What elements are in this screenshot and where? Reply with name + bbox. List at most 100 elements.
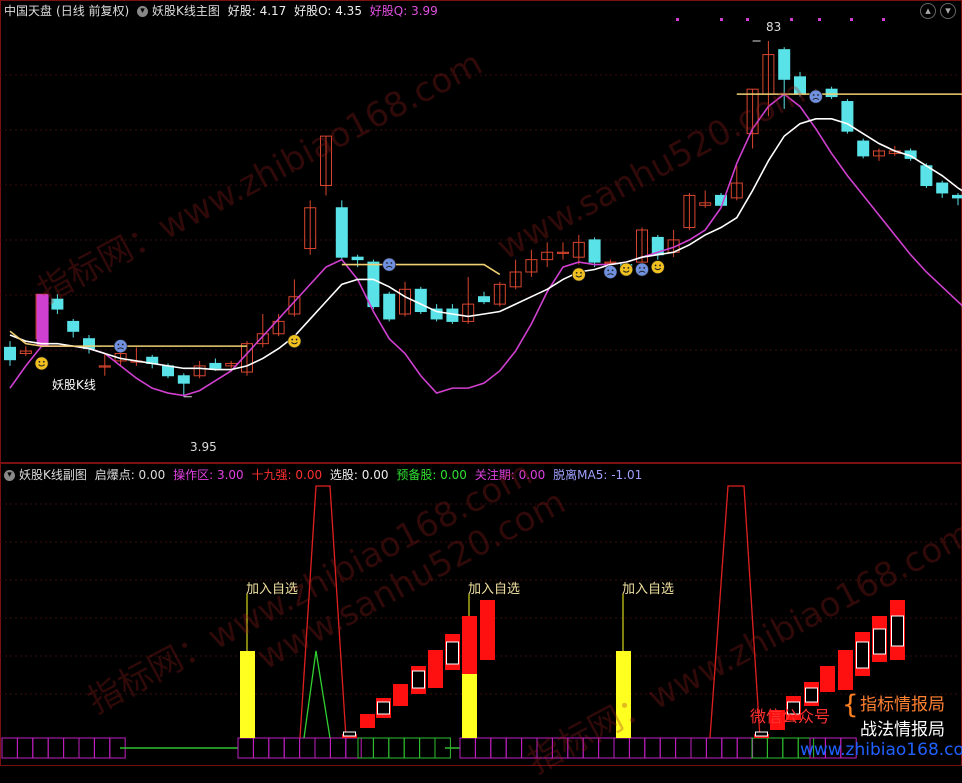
face-eye <box>43 361 45 363</box>
candle-down <box>937 183 948 193</box>
state-box <box>33 738 48 758</box>
state-box <box>269 738 284 758</box>
state-box <box>737 738 752 758</box>
state-box <box>358 738 373 758</box>
state-box <box>48 738 63 758</box>
red-step-inner <box>378 702 390 714</box>
state-box <box>64 738 79 758</box>
face-eye <box>817 94 819 96</box>
state-box <box>660 738 675 758</box>
candle-down <box>368 262 379 306</box>
smile-face-icon <box>651 261 664 274</box>
add-watch-label-2: 加入自选 <box>468 578 520 597</box>
state-box <box>460 738 475 758</box>
state-box <box>475 738 490 758</box>
state-box <box>373 738 388 758</box>
state-box <box>253 738 268 758</box>
add-watch-label-1: 加入自选 <box>246 578 298 597</box>
candle-down <box>178 376 189 383</box>
top-marker <box>746 18 749 21</box>
face-eye <box>122 344 124 346</box>
state-box <box>767 738 782 758</box>
red-step-inner <box>344 732 356 736</box>
face-eye <box>576 272 578 274</box>
smile-face-icon <box>288 335 301 348</box>
face-eye <box>118 344 120 346</box>
top-marker <box>818 18 821 21</box>
candle-down <box>953 195 962 197</box>
candle-down <box>210 363 221 368</box>
face-eye <box>628 267 630 269</box>
face-eye <box>296 339 298 341</box>
state-box <box>691 738 706 758</box>
pulse-red <box>710 486 760 738</box>
face-eye <box>386 262 388 264</box>
state-box <box>645 738 660 758</box>
red-step-block <box>480 600 495 660</box>
add-watch-label-3: 加入自选 <box>622 578 674 597</box>
face-eye <box>580 272 582 274</box>
candle-down <box>5 347 16 359</box>
wechat-label: 微信公众号 <box>750 703 830 727</box>
yellow-signal-bar <box>462 671 477 738</box>
red-step-block <box>462 616 477 674</box>
candle-down <box>826 89 837 96</box>
state-box <box>722 738 737 758</box>
brand-line-2: 战法情报局 <box>860 715 945 740</box>
red-step-inner <box>756 732 768 736</box>
state-box <box>629 738 644 758</box>
face-eye <box>39 361 41 363</box>
brand-line-1: 指标情报局 <box>860 690 945 715</box>
state-box <box>79 738 94 758</box>
red-step-block <box>393 684 408 706</box>
top-marker <box>676 18 679 21</box>
sad-face-icon <box>604 266 617 279</box>
face-eye <box>391 262 393 264</box>
state-box <box>706 738 721 758</box>
yellow-signal-bar <box>240 651 255 738</box>
state-box <box>676 738 691 758</box>
state-box <box>2 738 17 758</box>
state-box <box>300 738 315 758</box>
state-box <box>491 738 506 758</box>
candle-down <box>84 339 95 349</box>
red-step-inner <box>874 629 886 654</box>
face-eye <box>659 265 661 267</box>
yg-kline-label: 妖股K线 <box>52 376 96 393</box>
state-box <box>315 738 330 758</box>
high-price-label: 83 <box>766 20 781 34</box>
face-eye <box>813 94 815 96</box>
candle-down <box>352 257 363 259</box>
state-box <box>238 738 253 758</box>
face-eye <box>655 265 657 267</box>
top-marker <box>882 18 885 21</box>
sad-face-icon <box>383 258 396 271</box>
face-eye <box>607 270 609 272</box>
candle-down <box>479 297 490 302</box>
face-eye <box>643 267 645 269</box>
red-step-block <box>360 714 375 728</box>
top-marker <box>720 18 723 21</box>
candle-down <box>384 294 395 319</box>
state-box <box>330 738 345 758</box>
sad-face-icon <box>809 90 822 103</box>
site-url: www.zhibiao168.com <box>800 740 962 760</box>
brace-icon: { <box>842 690 859 720</box>
candle-down <box>589 240 600 262</box>
face-eye <box>612 270 614 272</box>
red-step-inner <box>857 642 869 668</box>
red-step-block <box>838 650 853 690</box>
sad-face-icon <box>636 263 649 276</box>
smile-face-icon <box>572 268 585 281</box>
candle-down <box>858 141 869 156</box>
face-eye <box>623 267 625 269</box>
red-step-inner <box>892 616 904 646</box>
state-box <box>752 738 767 758</box>
candle-down <box>336 208 347 257</box>
red-step-block <box>820 666 835 692</box>
state-box <box>284 738 299 758</box>
state-box <box>94 738 109 758</box>
red-step-inner <box>806 688 818 702</box>
top-marker <box>850 18 853 21</box>
candle-down <box>163 366 174 376</box>
